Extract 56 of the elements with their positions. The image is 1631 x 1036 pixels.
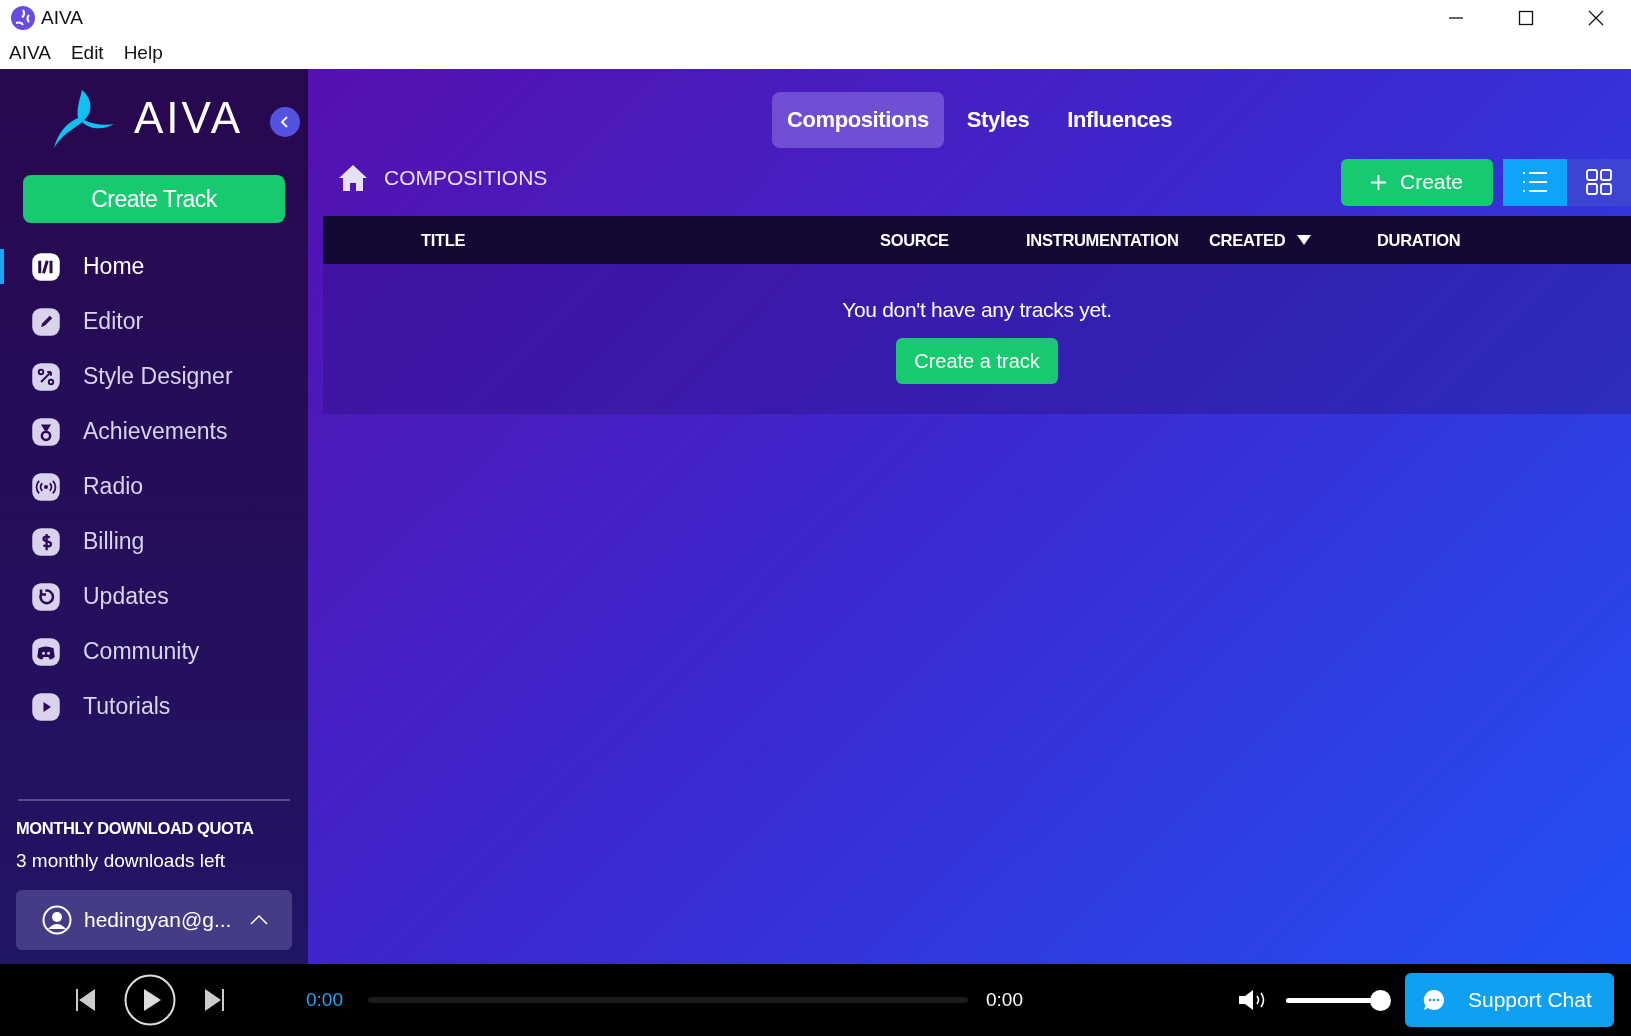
previous-icon[interactable] — [76, 988, 96, 1012]
gamepad-icon — [31, 636, 61, 667]
plus-icon — [1371, 174, 1386, 190]
menu-item[interactable]: Edit — [70, 41, 104, 64]
bars-icon — [31, 251, 61, 282]
app-logo-icon — [11, 6, 35, 30]
nav-item[interactable]: Updates — [0, 569, 308, 624]
tab[interactable]: Styles — [951, 92, 1045, 148]
grid-icon — [1586, 169, 1612, 195]
collapse-button[interactable] — [270, 107, 300, 137]
nav-item[interactable]: Achievements — [0, 404, 308, 459]
tab[interactable]: Compositions — [771, 92, 944, 148]
next-icon[interactable] — [204, 988, 224, 1012]
chat-bubble-icon — [1422, 988, 1446, 1012]
grid-view-button[interactable] — [1567, 158, 1631, 206]
nav-item[interactable]: Tutorials — [0, 679, 308, 734]
window-title: AIVA — [41, 7, 83, 29]
logo-icon — [52, 88, 116, 148]
nav-item[interactable]: Billing — [0, 514, 308, 569]
total-time: 0:00 — [986, 989, 1024, 1011]
elapsed-time: 0:00 — [306, 989, 344, 1011]
broadcast-icon — [31, 471, 61, 502]
progress-track[interactable] — [368, 997, 968, 1003]
account-menu[interactable]: hedingyan@g... — [16, 890, 292, 950]
column-header[interactable]: INSTRUMENTATION — [1026, 230, 1179, 250]
quota-title: MONTHLY DOWNLOAD QUOTA — [15, 818, 255, 838]
empty-message: You don't have any tracks yet. — [842, 298, 1112, 322]
volume-slider[interactable] — [1286, 989, 1391, 1011]
logo-text: AIVA — [134, 93, 243, 143]
pencil-icon — [31, 306, 61, 337]
breadcrumb: COMPOSITIONS — [384, 166, 548, 190]
nav-item[interactable]: Style Designer — [0, 349, 308, 404]
list-view-button[interactable] — [1503, 158, 1567, 206]
chevron-up-icon — [250, 915, 268, 925]
tab[interactable]: Influences — [1052, 92, 1188, 148]
medal-icon — [31, 416, 61, 447]
nav-item[interactable]: Radio — [0, 459, 308, 514]
play-icon[interactable] — [124, 974, 176, 1026]
refresh-icon — [31, 581, 61, 612]
column-header[interactable]: CREATED — [1209, 230, 1286, 250]
list-icon — [1522, 171, 1548, 193]
menu-item[interactable]: Help — [123, 41, 163, 64]
dollar-icon — [31, 526, 61, 557]
quota-text: 3 monthly downloads left — [15, 849, 227, 872]
home-icon[interactable] — [338, 164, 368, 192]
nav-item[interactable]: Editor — [0, 294, 308, 349]
nav-item[interactable]: Home — [0, 239, 308, 294]
column-header[interactable]: TITLE — [421, 230, 466, 250]
sort-down-icon[interactable] — [1297, 235, 1312, 245]
nav-item[interactable]: Community — [0, 624, 308, 679]
column-header[interactable]: DURATION — [1377, 230, 1461, 250]
menu-item[interactable]: AIVA — [9, 41, 51, 64]
column-header[interactable]: SOURCE — [880, 230, 949, 250]
user-icon — [42, 905, 72, 935]
chevron-left-icon — [279, 115, 291, 129]
play-icon — [31, 691, 61, 722]
